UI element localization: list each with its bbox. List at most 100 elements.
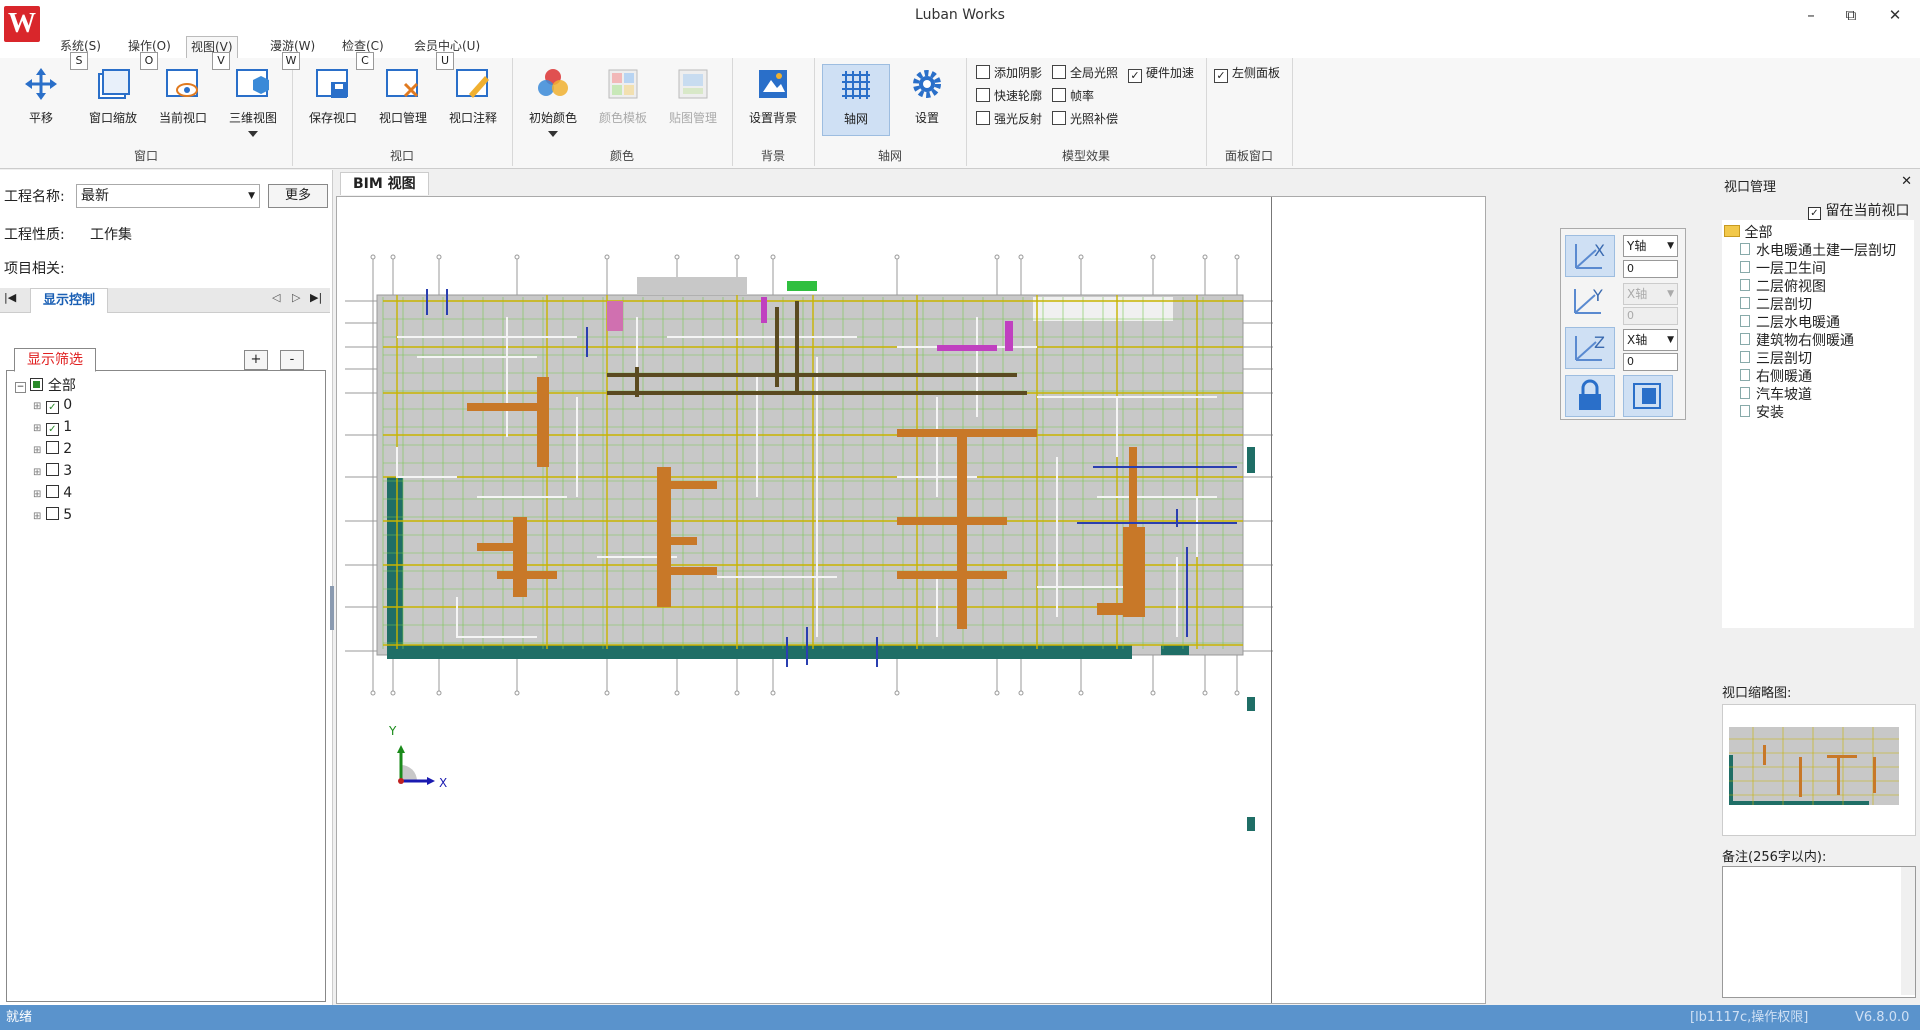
view-x-button[interactable]: X — [1565, 235, 1615, 277]
view-list-item[interactable]: 二层水电暖通 — [1740, 312, 1840, 332]
hw-accel-checkbox[interactable]: ✓ 硬件加速 — [1128, 64, 1194, 83]
thumbnail-image — [1729, 727, 1899, 805]
expand-icon[interactable]: ⊞ — [33, 445, 41, 456]
view-manage-button[interactable]: 视口管理 — [370, 64, 436, 134]
quick-outline-checkbox[interactable]: 快速轮廓 — [976, 87, 1042, 104]
first-tab-icon[interactable]: |◀ — [4, 291, 16, 304]
tree-item-layer-2[interactable]: ⊞ 2 — [33, 441, 72, 457]
texture-icon — [678, 69, 708, 99]
tree-item-label: 5 — [63, 507, 73, 523]
view-list-item[interactable]: 水电暖通土建一层剖切 — [1740, 240, 1896, 260]
zoom-window-button[interactable]: 窗口缩放 — [80, 64, 146, 134]
view-list-item[interactable]: 右侧暖通 — [1740, 366, 1812, 386]
checkbox-checked-icon[interactable]: ✓ — [45, 423, 59, 436]
app-logo[interactable]: W — [4, 6, 40, 42]
view-list-item[interactable]: 建筑物右侧暖通 — [1740, 330, 1854, 350]
view-file-icon — [1740, 369, 1750, 381]
note-scrollbar[interactable] — [1901, 867, 1915, 995]
save-view-button[interactable]: 保存视口 — [300, 64, 366, 134]
x-value-input[interactable]: 0 — [1623, 353, 1678, 371]
tree-item-layer-4[interactable]: ⊞ 4 — [33, 485, 72, 501]
view-list-item[interactable]: 三层剖切 — [1740, 348, 1812, 368]
checkbox-checked-icon[interactable]: ✓ — [45, 401, 59, 414]
maximize-button[interactable]: ⧉ — [1836, 6, 1866, 24]
texture-manage-label: 贴图管理 — [668, 111, 717, 125]
y-axis-select[interactable]: Y轴 ▼ — [1623, 235, 1678, 257]
minimize-button[interactable]: – — [1796, 6, 1826, 24]
light-comp-checkbox[interactable]: 光照补偿 — [1052, 110, 1118, 127]
zoom-window-icon — [98, 69, 130, 99]
more-button[interactable]: 更多 — [268, 184, 328, 208]
view3d-button[interactable]: 三维视图 — [220, 64, 286, 137]
axis-grid-button[interactable]: 轴网 — [822, 64, 890, 136]
expand-icon[interactable]: ⊞ — [33, 423, 41, 434]
left-panel-checkbox[interactable]: ✓ 左侧面板 — [1214, 64, 1280, 83]
permission-text: [lb1117c,操作权限] — [1690, 1010, 1809, 1025]
strong-reflect-checkbox[interactable]: 强光反射 — [976, 110, 1042, 127]
view-list-label: 二层水电暖通 — [1756, 315, 1840, 331]
view-y-button[interactable]: Y — [1565, 281, 1613, 321]
pan-icon — [25, 68, 57, 100]
view-z-button[interactable]: Z — [1565, 327, 1615, 369]
filter-tab[interactable]: 显示筛选 — [14, 348, 96, 372]
close-window-button[interactable]: ✕ — [1880, 6, 1910, 24]
chevron-down-icon: ▼ — [1667, 335, 1674, 345]
checkbox-unchecked-icon[interactable] — [45, 507, 59, 520]
view-tree-root[interactable]: 全部 — [1724, 222, 1772, 242]
tree-item-all[interactable]: − 全部 — [15, 375, 76, 395]
next-tab-icon[interactable]: ▷ — [292, 291, 300, 304]
view-list-item[interactable]: 二层俯视图 — [1740, 276, 1826, 296]
tab-bim-view[interactable]: BIM 视图 — [340, 172, 429, 195]
expand-all-button[interactable]: + — [244, 350, 268, 370]
project-name-select[interactable]: 最新 ▼ — [76, 184, 260, 208]
close-panel-icon[interactable]: ✕ — [1901, 174, 1912, 189]
tree-item-layer-5[interactable]: ⊞ 5 — [33, 507, 72, 523]
expand-icon[interactable]: ⊞ — [33, 511, 41, 522]
collapse-all-button[interactable]: - — [280, 350, 304, 370]
tree-item-layer-3[interactable]: ⊞ 3 — [33, 463, 72, 479]
group-color: 初始颜色 颜色模板 贴图管理 颜色 — [512, 58, 733, 166]
settings-button[interactable]: 设置 — [894, 64, 960, 134]
tree-item-layer-1[interactable]: ⊞ ✓ 1 — [33, 419, 72, 436]
checkbox-partial-icon[interactable] — [30, 378, 44, 391]
cube-icon — [236, 69, 269, 97]
tab-display-control[interactable]: 显示控制 — [30, 288, 109, 313]
frame-rate-checkbox[interactable]: 帧率 — [1052, 87, 1094, 104]
stay-current-checkbox[interactable]: ✓ 留在当前视口 — [1808, 200, 1909, 220]
axis-x-icon: X — [1575, 241, 1605, 269]
view-list-item[interactable]: 一层卫生间 — [1740, 258, 1826, 278]
color-template-button[interactable]: 颜色模板 — [590, 64, 656, 134]
project-name-value: 最新 — [81, 188, 109, 204]
view-list-item[interactable]: 汽车坡道 — [1740, 384, 1812, 404]
last-tab-icon[interactable]: ▶| — [310, 291, 322, 304]
view-list-item[interactable]: 安装 — [1740, 402, 1784, 422]
collapse-icon[interactable]: − — [15, 382, 26, 393]
expand-icon[interactable]: ⊞ — [33, 489, 41, 500]
set-background-button[interactable]: 设置背景 — [740, 64, 806, 134]
checkbox-unchecked-icon[interactable] — [45, 485, 59, 498]
add-shadow-checkbox[interactable]: 添加阴影 — [976, 64, 1042, 81]
checkbox-unchecked-icon[interactable] — [45, 441, 59, 454]
thumbnail-box[interactable] — [1722, 704, 1916, 836]
view-list-item[interactable]: 二层剖切 — [1740, 294, 1812, 314]
checkbox-unchecked-icon[interactable] — [45, 463, 59, 476]
current-view-button[interactable]: 当前视口 — [150, 64, 216, 134]
y-value-input[interactable]: 0 — [1623, 260, 1678, 278]
x-axis-select[interactable]: X轴 ▼ — [1623, 329, 1678, 351]
global-light-checkbox[interactable]: 全局光照 — [1052, 64, 1118, 81]
bim-canvas[interactable]: Y X — [336, 196, 1486, 1004]
texture-manage-button[interactable]: 贴图管理 — [660, 64, 726, 134]
lock-button[interactable] — [1565, 375, 1615, 417]
pan-button[interactable]: 平移 — [8, 64, 74, 134]
prev-tab-icon[interactable]: ◁ — [272, 291, 280, 304]
ribbon: 平移 窗口缩放 当前视口 三维视图 窗口 保存视口 视口管理 视口注释 视口 初… — [0, 58, 1920, 169]
tree-item-layer-0[interactable]: ⊞ ✓ 0 — [33, 397, 72, 414]
init-color-button[interactable]: 初始颜色 — [520, 64, 586, 137]
note-textarea[interactable] — [1722, 866, 1916, 998]
expand-icon[interactable]: ⊞ — [33, 401, 41, 412]
tree-item-label: 4 — [63, 485, 73, 501]
expand-icon[interactable]: ⊞ — [33, 467, 41, 478]
view-file-icon — [1740, 333, 1750, 345]
section-box-button[interactable] — [1623, 375, 1673, 417]
view-note-button[interactable]: 视口注释 — [440, 64, 506, 134]
